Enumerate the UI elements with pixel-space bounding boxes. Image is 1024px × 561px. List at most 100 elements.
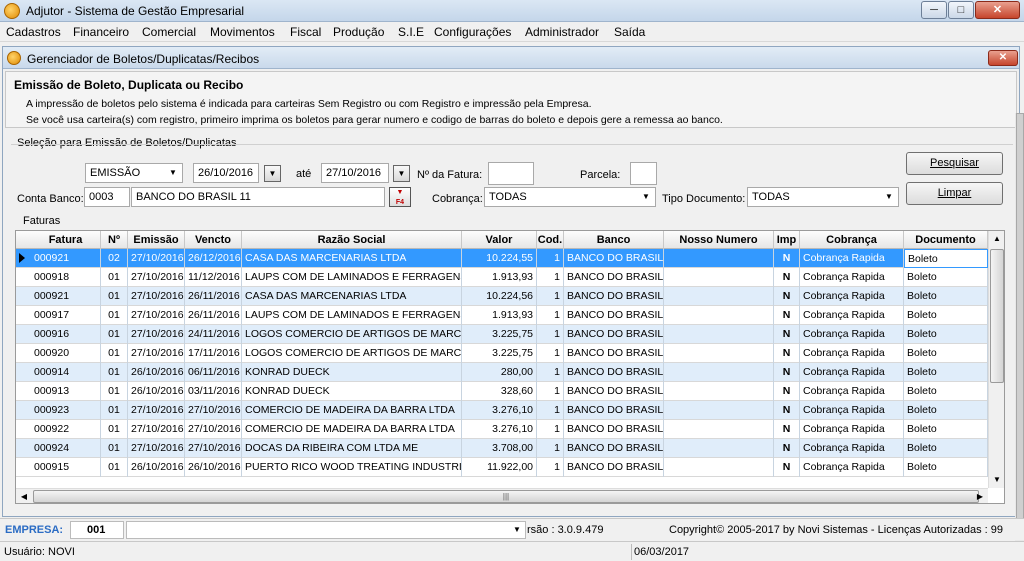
menu-saida[interactable]: Saída — [614, 25, 645, 39]
cell-razao-social[interactable]: CASA DAS MARCENARIAS LTDA — [242, 287, 462, 306]
menu-comercial[interactable]: Comercial — [142, 25, 196, 39]
calendar-dropdown-icon[interactable]: ▼ — [393, 165, 410, 182]
cell-emissao[interactable]: 26/10/2016 — [128, 382, 185, 401]
cell-cobranca[interactable]: Cobrança Rapida — [800, 344, 904, 363]
cell-emissao[interactable]: 27/10/2016 — [128, 325, 185, 344]
calendar-dropdown-icon[interactable]: ▼ — [264, 165, 281, 182]
menu-sie[interactable]: S.I.E — [398, 25, 424, 39]
scroll-up-icon[interactable]: ▲ — [989, 231, 1004, 247]
cell-razao-social[interactable]: COMERCIO DE MADEIRA DA BARRA LTDA — [242, 420, 462, 439]
cell-documento[interactable]: Boleto — [904, 344, 988, 363]
column-header-imp[interactable]: Imp — [774, 231, 800, 249]
cell-cod[interactable]: 1 — [537, 268, 564, 287]
cell-documento[interactable]: Boleto — [904, 401, 988, 420]
cell-imp[interactable]: N — [774, 249, 800, 268]
grid-vertical-scrollbar[interactable]: ▲ ▼ — [988, 231, 1004, 488]
menu-producao[interactable]: Produção — [333, 25, 384, 39]
cell-razao-social[interactable]: LAUPS COM DE LAMINADOS E FERRAGENS — [242, 268, 462, 287]
cell-cobranca[interactable]: Cobrança Rapida — [800, 382, 904, 401]
cell-cod[interactable]: 1 — [537, 401, 564, 420]
menu-configuracoes[interactable]: Configurações — [434, 25, 511, 39]
cell-cobranca[interactable]: Cobrança Rapida — [800, 249, 904, 268]
cell-imp[interactable]: N — [774, 268, 800, 287]
cell-documento[interactable]: Boleto — [904, 363, 988, 382]
empresa-select[interactable]: ▼ — [126, 521, 526, 539]
cell-nosso-numero[interactable] — [664, 287, 774, 306]
cell-fatura[interactable]: 000915 — [31, 458, 101, 477]
tipo-documento-select[interactable]: TODAS ▼ — [747, 187, 899, 207]
cell-banco[interactable]: BANCO DO BRASIL — [564, 382, 664, 401]
scroll-thumb[interactable] — [990, 249, 1004, 383]
cell-numero[interactable]: 01 — [101, 439, 128, 458]
cell-fatura[interactable]: 000913 — [31, 382, 101, 401]
date-from-field[interactable]: 26/10/2016 — [193, 163, 259, 183]
cell-nosso-numero[interactable] — [664, 249, 774, 268]
cell-fatura[interactable]: 000922 — [31, 420, 101, 439]
lookup-f4-button[interactable]: ▼ F4 — [389, 187, 411, 207]
column-header-emissao[interactable]: Emissão — [128, 231, 185, 249]
cell-cobranca[interactable]: Cobrança Rapida — [800, 268, 904, 287]
cell-documento[interactable]: Boleto — [904, 287, 988, 306]
cell-valor[interactable]: 11.922,00 — [462, 458, 537, 477]
scroll-right-icon[interactable]: ▶ — [972, 489, 988, 503]
cell-valor[interactable]: 10.224,56 — [462, 287, 537, 306]
cell-razao-social[interactable]: PUERTO RICO WOOD TREATING INDUSTRIES — [242, 458, 462, 477]
column-header-cod[interactable]: Cod. — [537, 231, 564, 249]
cell-banco[interactable]: BANCO DO BRASIL — [564, 344, 664, 363]
cell-documento[interactable]: Boleto — [904, 249, 988, 268]
cell-fatura[interactable]: 000921 — [31, 249, 101, 268]
cell-valor[interactable]: 3.225,75 — [462, 344, 537, 363]
cell-valor[interactable]: 280,00 — [462, 363, 537, 382]
window-vertical-scrollbar[interactable] — [1015, 113, 1024, 543]
cell-fatura[interactable]: 000921 — [31, 287, 101, 306]
cell-banco[interactable]: BANCO DO BRASIL — [564, 401, 664, 420]
cell-vencto[interactable]: 26/11/2016 — [185, 287, 242, 306]
child-close-button[interactable]: ✕ — [988, 50, 1018, 66]
close-button[interactable]: ✕ — [975, 1, 1020, 19]
cell-numero[interactable]: 01 — [101, 287, 128, 306]
cell-cod[interactable]: 1 — [537, 249, 564, 268]
cell-banco[interactable]: BANCO DO BRASIL — [564, 439, 664, 458]
cell-cobranca[interactable]: Cobrança Rapida — [800, 287, 904, 306]
cell-numero[interactable]: 02 — [101, 249, 128, 268]
cell-razao-social[interactable]: DOCAS DA RIBEIRA COM LTDA ME — [242, 439, 462, 458]
cell-emissao[interactable]: 27/10/2016 — [128, 268, 185, 287]
cell-fatura[interactable]: 000914 — [31, 363, 101, 382]
cell-cod[interactable]: 1 — [537, 306, 564, 325]
cell-nosso-numero[interactable] — [664, 363, 774, 382]
table-row[interactable]: 000924 01 27/10/2016 27/10/2016 DOCAS DA RIB… — [16, 439, 988, 458]
cell-cod[interactable]: 1 — [537, 439, 564, 458]
cell-valor[interactable]: 10.224,55 — [462, 249, 537, 268]
maximize-button[interactable]: □ — [948, 1, 974, 19]
menu-financeiro[interactable]: Financeiro — [73, 25, 129, 39]
cell-vencto[interactable]: 27/10/2016 — [185, 401, 242, 420]
cell-nosso-numero[interactable] — [664, 439, 774, 458]
cell-nosso-numero[interactable] — [664, 306, 774, 325]
cell-vencto[interactable]: 03/11/2016 — [185, 382, 242, 401]
cell-nosso-numero[interactable] — [664, 401, 774, 420]
cell-documento[interactable]: Boleto — [904, 420, 988, 439]
table-row[interactable]: 000921 01 27/10/2016 26/11/2016 CASA DAS MAR… — [16, 287, 988, 306]
cell-emissao[interactable]: 26/10/2016 — [128, 363, 185, 382]
scroll-thumb[interactable]: ||| — [33, 490, 979, 503]
cell-numero[interactable]: 01 — [101, 363, 128, 382]
cell-cod[interactable]: 1 — [537, 344, 564, 363]
menu-administrador[interactable]: Administrador — [525, 25, 599, 39]
cell-cod[interactable]: 1 — [537, 420, 564, 439]
table-row[interactable]: 000915 01 26/10/2016 26/10/2016 PUERTO RICO … — [16, 458, 988, 477]
menu-movimentos[interactable]: Movimentos — [210, 25, 275, 39]
cell-cobranca[interactable]: Cobrança Rapida — [800, 420, 904, 439]
column-header-valor[interactable]: Valor — [462, 231, 537, 249]
cell-nosso-numero[interactable] — [664, 382, 774, 401]
cell-banco[interactable]: BANCO DO BRASIL — [564, 458, 664, 477]
cell-razao-social[interactable]: KONRAD DUECK — [242, 382, 462, 401]
cell-imp[interactable]: N — [774, 325, 800, 344]
table-row[interactable]: 000918 01 27/10/2016 11/12/2016 LAUPS COM DE… — [16, 268, 988, 287]
cell-banco[interactable]: BANCO DO BRASIL — [564, 325, 664, 344]
cell-cobranca[interactable]: Cobrança Rapida — [800, 439, 904, 458]
scroll-down-icon[interactable]: ▼ — [989, 472, 1004, 488]
cell-nosso-numero[interactable] — [664, 420, 774, 439]
cell-numero[interactable]: 01 — [101, 401, 128, 420]
cell-documento[interactable]: Boleto — [904, 306, 988, 325]
cell-imp[interactable]: N — [774, 401, 800, 420]
